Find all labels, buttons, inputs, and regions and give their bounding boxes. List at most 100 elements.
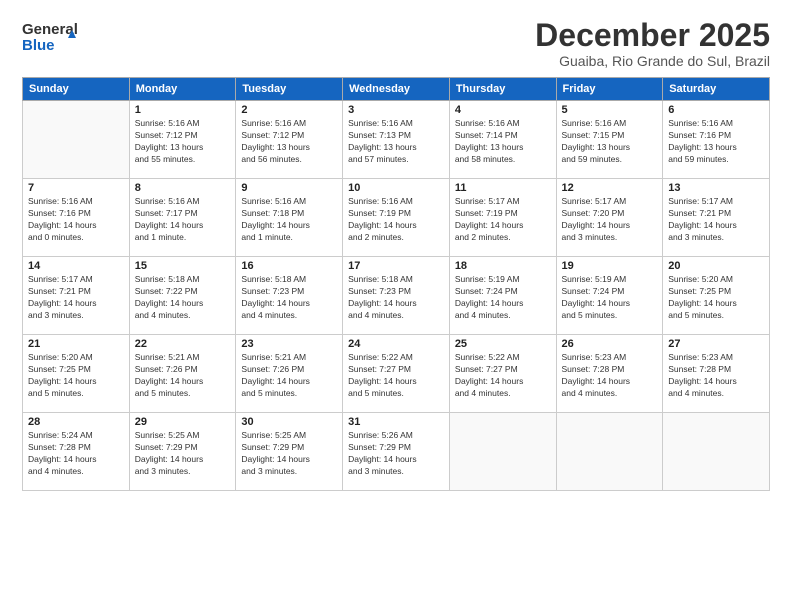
day-number: 6 <box>668 104 764 116</box>
calendar-cell: 23 Sunrise: 5:21 AMSunset: 7:26 PMDayligh… <box>236 335 343 413</box>
day-info: Sunrise: 5:23 AMSunset: 7:28 PMDaylight:… <box>668 352 764 400</box>
day-info: Sunrise: 5:19 AMSunset: 7:24 PMDaylight:… <box>455 274 551 322</box>
location: Guaiba, Rio Grande do Sul, Brazil <box>535 53 770 69</box>
calendar-cell: 10 Sunrise: 5:16 AMSunset: 7:19 PMDayligh… <box>343 179 450 257</box>
day-number: 13 <box>668 182 764 194</box>
calendar-cell: 8Sunrise: 5:16 AMSunset: 7:17 PMDaylight… <box>129 179 236 257</box>
day-number: 11 <box>455 182 551 194</box>
calendar-cell: 28 Sunrise: 5:24 AMSunset: 7:28 PMDayligh… <box>23 413 130 491</box>
day-number: 4 <box>455 104 551 116</box>
calendar-cell: 11 Sunrise: 5:17 AMSunset: 7:19 PMDayligh… <box>449 179 556 257</box>
calendar-cell: 24Sunrise: 5:22 AMSunset: 7:27 PMDayligh… <box>343 335 450 413</box>
calendar-cell: 30 Sunrise: 5:25 AMSunset: 7:29 PMDayligh… <box>236 413 343 491</box>
day-number: 25 <box>455 338 551 350</box>
calendar-cell: 19 Sunrise: 5:19 AMSunset: 7:24 PMDayligh… <box>556 257 663 335</box>
calendar-cell: 9 Sunrise: 5:16 AMSunset: 7:18 PMDaylight… <box>236 179 343 257</box>
day-number: 12 <box>562 182 658 194</box>
day-info: Sunrise: 5:21 AMSunset: 7:26 PMDaylight:… <box>135 352 231 400</box>
calendar-cell: 1 Sunrise: 5:16 AMSunset: 7:12 PMDaylight… <box>129 101 236 179</box>
day-number: 10 <box>348 182 444 194</box>
day-info: Sunrise: 5:16 AMSunset: 7:13 PMDaylight:… <box>348 118 444 166</box>
day-info: Sunrise: 5:16 AMSunset: 7:18 PMDaylight:… <box>241 196 337 244</box>
header-row: Sunday Monday Tuesday Wednesday Thursday… <box>23 78 770 101</box>
week-row-1: 1 Sunrise: 5:16 AMSunset: 7:12 PMDaylight… <box>23 101 770 179</box>
page: GeneralBlue December 2025 Guaiba, Rio Gr… <box>0 0 792 612</box>
week-row-4: 21Sunrise: 5:20 AMSunset: 7:25 PMDayligh… <box>23 335 770 413</box>
day-number: 27 <box>668 338 764 350</box>
day-info: Sunrise: 5:17 AMSunset: 7:19 PMDaylight:… <box>455 196 551 244</box>
day-info: Sunrise: 5:22 AMSunset: 7:27 PMDaylight:… <box>455 352 551 400</box>
day-number: 17 <box>348 260 444 272</box>
day-info: Sunrise: 5:26 AMSunset: 7:29 PMDaylight:… <box>348 430 444 478</box>
day-number: 14 <box>28 260 124 272</box>
day-number: 1 <box>135 104 231 116</box>
calendar-cell: 22Sunrise: 5:21 AMSunset: 7:26 PMDayligh… <box>129 335 236 413</box>
calendar-cell: 3 Sunrise: 5:16 AMSunset: 7:13 PMDaylight… <box>343 101 450 179</box>
calendar-cell <box>663 413 770 491</box>
day-info: Sunrise: 5:23 AMSunset: 7:28 PMDaylight:… <box>562 352 658 400</box>
day-number: 9 <box>241 182 337 194</box>
day-info: Sunrise: 5:20 AMSunset: 7:25 PMDaylight:… <box>28 352 124 400</box>
calendar-cell: 16 Sunrise: 5:18 AMSunset: 7:23 PMDayligh… <box>236 257 343 335</box>
week-row-2: 7Sunrise: 5:16 AMSunset: 7:16 PMDaylight… <box>23 179 770 257</box>
col-tuesday: Tuesday <box>236 78 343 101</box>
title-block: December 2025 Guaiba, Rio Grande do Sul,… <box>535 18 770 69</box>
logo: GeneralBlue <box>22 18 82 54</box>
calendar-cell: 29 Sunrise: 5:25 AMSunset: 7:29 PMDayligh… <box>129 413 236 491</box>
month-title: December 2025 <box>535 18 770 53</box>
calendar-cell: 26 Sunrise: 5:23 AMSunset: 7:28 PMDayligh… <box>556 335 663 413</box>
day-number: 5 <box>562 104 658 116</box>
calendar-cell: 20Sunrise: 5:20 AMSunset: 7:25 PMDayligh… <box>663 257 770 335</box>
calendar-cell: 21Sunrise: 5:20 AMSunset: 7:25 PMDayligh… <box>23 335 130 413</box>
day-info: Sunrise: 5:18 AMSunset: 7:22 PMDaylight:… <box>135 274 231 322</box>
day-info: Sunrise: 5:18 AMSunset: 7:23 PMDaylight:… <box>348 274 444 322</box>
day-number: 30 <box>241 416 337 428</box>
day-info: Sunrise: 5:16 AMSunset: 7:14 PMDaylight:… <box>455 118 551 166</box>
day-info: Sunrise: 5:24 AMSunset: 7:28 PMDaylight:… <box>28 430 124 478</box>
day-number: 2 <box>241 104 337 116</box>
day-info: Sunrise: 5:25 AMSunset: 7:29 PMDaylight:… <box>135 430 231 478</box>
calendar-cell: 6Sunrise: 5:16 AMSunset: 7:16 PMDaylight… <box>663 101 770 179</box>
day-number: 16 <box>241 260 337 272</box>
svg-text:Blue: Blue <box>22 37 55 54</box>
day-info: Sunrise: 5:16 AMSunset: 7:15 PMDaylight:… <box>562 118 658 166</box>
day-info: Sunrise: 5:19 AMSunset: 7:24 PMDaylight:… <box>562 274 658 322</box>
calendar-cell: 14 Sunrise: 5:17 AMSunset: 7:21 PMDayligh… <box>23 257 130 335</box>
day-info: Sunrise: 5:21 AMSunset: 7:26 PMDaylight:… <box>241 352 337 400</box>
day-info: Sunrise: 5:16 AMSunset: 7:19 PMDaylight:… <box>348 196 444 244</box>
calendar-cell <box>556 413 663 491</box>
header: GeneralBlue December 2025 Guaiba, Rio Gr… <box>22 18 770 69</box>
day-number: 28 <box>28 416 124 428</box>
calendar-cell <box>23 101 130 179</box>
day-info: Sunrise: 5:17 AMSunset: 7:20 PMDaylight:… <box>562 196 658 244</box>
day-info: Sunrise: 5:17 AMSunset: 7:21 PMDaylight:… <box>28 274 124 322</box>
col-wednesday: Wednesday <box>343 78 450 101</box>
calendar-cell: 12 Sunrise: 5:17 AMSunset: 7:20 PMDayligh… <box>556 179 663 257</box>
col-sunday: Sunday <box>23 78 130 101</box>
day-info: Sunrise: 5:16 AMSunset: 7:16 PMDaylight:… <box>28 196 124 244</box>
col-friday: Friday <box>556 78 663 101</box>
calendar-cell: 5 Sunrise: 5:16 AMSunset: 7:15 PMDaylight… <box>556 101 663 179</box>
day-info: Sunrise: 5:22 AMSunset: 7:27 PMDaylight:… <box>348 352 444 400</box>
day-number: 20 <box>668 260 764 272</box>
day-number: 19 <box>562 260 658 272</box>
calendar-cell: 31Sunrise: 5:26 AMSunset: 7:29 PMDayligh… <box>343 413 450 491</box>
day-number: 15 <box>135 260 231 272</box>
calendar-cell: 17 Sunrise: 5:18 AMSunset: 7:23 PMDayligh… <box>343 257 450 335</box>
day-number: 26 <box>562 338 658 350</box>
calendar-cell <box>449 413 556 491</box>
day-info: Sunrise: 5:16 AMSunset: 7:12 PMDaylight:… <box>135 118 231 166</box>
logo-svg: GeneralBlue <box>22 18 82 54</box>
week-row-3: 14 Sunrise: 5:17 AMSunset: 7:21 PMDayligh… <box>23 257 770 335</box>
day-info: Sunrise: 5:16 AMSunset: 7:17 PMDaylight:… <box>135 196 231 244</box>
day-info: Sunrise: 5:25 AMSunset: 7:29 PMDaylight:… <box>241 430 337 478</box>
calendar-table: Sunday Monday Tuesday Wednesday Thursday… <box>22 77 770 491</box>
day-number: 23 <box>241 338 337 350</box>
day-info: Sunrise: 5:18 AMSunset: 7:23 PMDaylight:… <box>241 274 337 322</box>
day-info: Sunrise: 5:16 AMSunset: 7:12 PMDaylight:… <box>241 118 337 166</box>
day-number: 3 <box>348 104 444 116</box>
calendar-cell: 2 Sunrise: 5:16 AMSunset: 7:12 PMDaylight… <box>236 101 343 179</box>
col-monday: Monday <box>129 78 236 101</box>
week-row-5: 28 Sunrise: 5:24 AMSunset: 7:28 PMDayligh… <box>23 413 770 491</box>
day-number: 29 <box>135 416 231 428</box>
